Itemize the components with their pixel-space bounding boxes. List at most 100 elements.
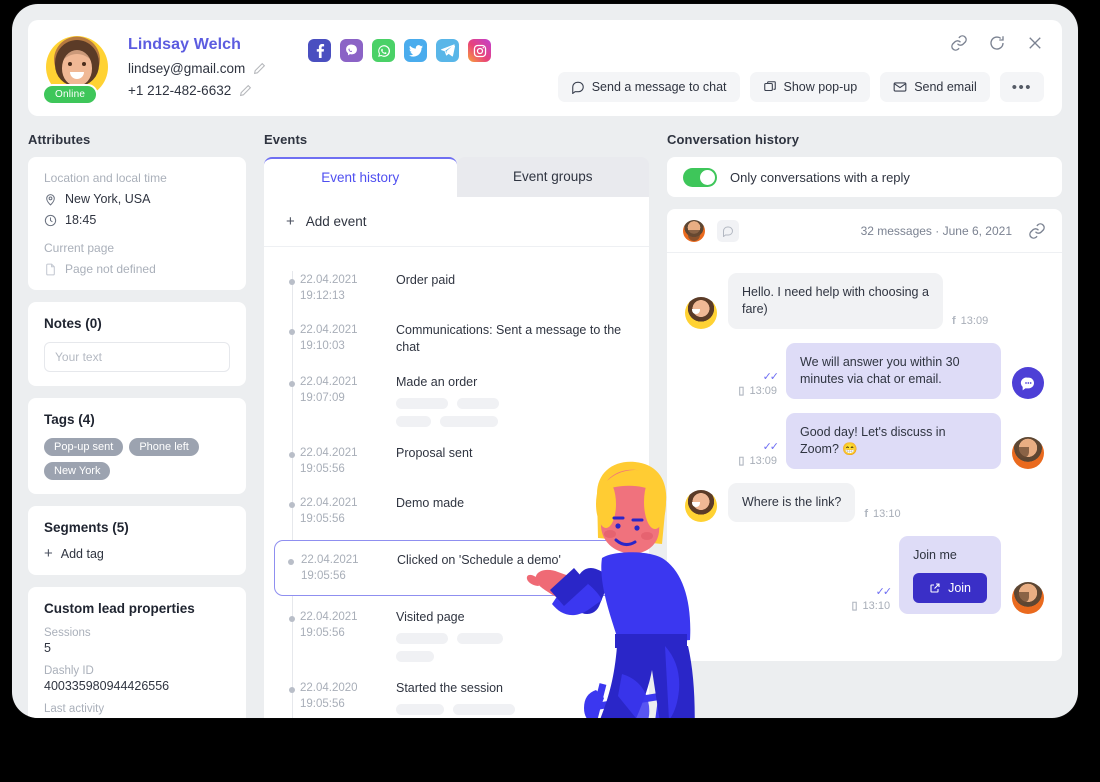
event-time: 19:05:56 [300,696,396,712]
link-icon[interactable] [1028,222,1046,240]
conversation-card: 32 messages · June 6, 2021 Hello. I need… [667,209,1062,661]
event-title: Order paid [396,272,633,289]
conversation-column: Conversation history Only conversations … [667,132,1062,718]
add-tag-button[interactable]: + Add tag [44,546,230,561]
refresh-icon[interactable] [988,34,1006,52]
link-icon[interactable] [950,34,968,52]
close-icon[interactable] [1026,34,1044,52]
reply-filter-panel: Only conversations with a reply [667,157,1062,197]
twitter-icon[interactable] [404,39,427,62]
event-date: 22.04.2021 [300,609,396,625]
event-body: Demo made [396,495,633,527]
message-time: 13:10 [863,600,891,612]
message-text: Hello. I need help with choosing a fare) [742,284,929,318]
event-row[interactable]: 22.04.202119:12:13Order paid [264,263,649,313]
message-stamp: ✓✓▯13:09 [738,370,777,397]
event-row[interactable]: 22.04.202119:07:09Made an order [264,365,649,436]
placeholder-bar [396,651,434,662]
event-time: 19:07:09 [300,390,396,406]
event-date: 22.04.2021 [300,495,396,511]
placeholder-bar [457,633,503,644]
message-stamp: f13:10 [864,508,900,520]
timeline-dot [289,279,295,285]
edit-pencil-icon[interactable] [239,84,252,97]
chat-bubble-icon [571,80,585,94]
card-icon-group [950,34,1044,52]
timeline-dot [288,559,294,565]
plus-icon: + [44,546,53,561]
message-stamp: ✓✓▯13:10 [851,585,890,612]
event-row[interactable]: 22.04.202019:05:56Started the session [264,671,649,718]
profile-email: lindsey@gmail.com [128,61,245,76]
event-timestamp: 22.04.202019:05:56 [300,680,396,715]
event-date: 22.04.2021 [300,322,396,338]
tag-pill[interactable]: Phone left [129,438,199,456]
event-row[interactable]: 22.04.202119:10:03Communications: Sent a… [264,313,649,365]
show-popup-button[interactable]: Show pop-up [750,72,871,102]
event-placeholder-row [396,416,633,427]
event-title: Clicked on 'Schedule a demo' [397,552,632,569]
event-row-selected[interactable]: 22.04.202119:05:56Clicked on 'Schedule a… [274,540,639,596]
profile-name[interactable]: Lindsay Welch [128,36,266,54]
event-placeholder-row [396,704,633,715]
app-window-frame: Online Lindsay Welch lindsey@gmail.com +… [12,4,1078,718]
channel-icon: ▯ [851,599,857,612]
action-buttons: Send a message to chat Show pop-up Send … [558,72,1044,102]
event-date: 22.04.2021 [300,272,396,288]
message-bubble: Where is the link? [728,483,855,522]
event-title: Proposal sent [396,445,633,462]
bot-avatar [1012,367,1044,399]
attributes-title: Attributes [28,132,246,147]
tag-pill[interactable]: New York [44,462,110,480]
attributes-column: Attributes Location and local time New Y… [28,132,246,718]
notes-input[interactable] [44,342,230,372]
event-body: Made an order [396,374,633,427]
channel-icon: ▯ [738,384,744,397]
more-actions-button[interactable]: ••• [1000,72,1044,102]
event-time: 19:10:03 [300,338,396,354]
current-page-value: Page not defined [65,262,156,276]
event-timestamp: 22.04.202119:05:56 [300,609,396,662]
profile-details: Lindsay Welch lindsey@gmail.com +1 212-4… [128,34,266,98]
message-text: Good day! Let's discuss in Zoom? 😁 [800,424,987,458]
viber-icon[interactable] [340,39,363,62]
event-time: 19:05:56 [301,568,397,584]
tags-panel: Tags (4) Pop-up sentPhone leftNew York [28,398,246,494]
send-email-button[interactable]: Send email [880,72,990,102]
chat-message: ✓✓▯13:10Join meJoin [685,536,1044,614]
event-row[interactable]: 22.04.202119:05:56Proposal sent [264,436,649,486]
join-button[interactable]: Join [913,573,987,603]
reply-filter-toggle[interactable] [683,168,717,187]
event-row[interactable]: 22.04.202119:05:56Visited page [264,600,649,671]
event-timestamp: 22.04.202119:12:13 [300,272,396,304]
social-links [308,39,491,62]
channel-icon: f [864,508,868,520]
main-columns: Attributes Location and local time New Y… [28,132,1062,718]
event-body: Order paid [396,272,633,304]
message-bubble: Hello. I need help with choosing a fare) [728,273,943,329]
property-value: September 29, 2021 11:10:16 AM [44,717,230,718]
instagram-icon[interactable] [468,39,491,62]
event-row[interactable]: 22.04.202119:05:56Demo made [264,486,649,536]
placeholder-bar [396,633,448,644]
tab-event-groups[interactable]: Event groups [457,157,650,197]
tag-pill[interactable]: Pop-up sent [44,438,123,456]
event-placeholder-row [396,633,633,644]
tab-event-history[interactable]: Event history [264,157,457,197]
facebook-icon[interactable] [308,39,331,62]
screenshot-root: Online Lindsay Welch lindsey@gmail.com +… [0,0,1100,782]
event-body: Started the session [396,680,633,715]
message-stamp: f13:09 [952,315,988,327]
edit-pencil-icon[interactable] [253,62,266,75]
status-badge: Online [42,84,98,105]
event-title: Visited page [396,609,633,626]
telegram-icon[interactable] [436,39,459,62]
tags-list: Pop-up sent Phone left New York [44,438,230,480]
event-timestamp: 22.04.202119:10:03 [300,322,396,356]
current-page-label: Current page [44,241,230,255]
avatar: Online [46,36,108,98]
send-message-button[interactable]: Send a message to chat [558,72,740,102]
whatsapp-icon[interactable] [372,39,395,62]
add-event-button[interactable]: + Add event [264,197,649,247]
stamp-line: f13:10 [864,508,900,520]
